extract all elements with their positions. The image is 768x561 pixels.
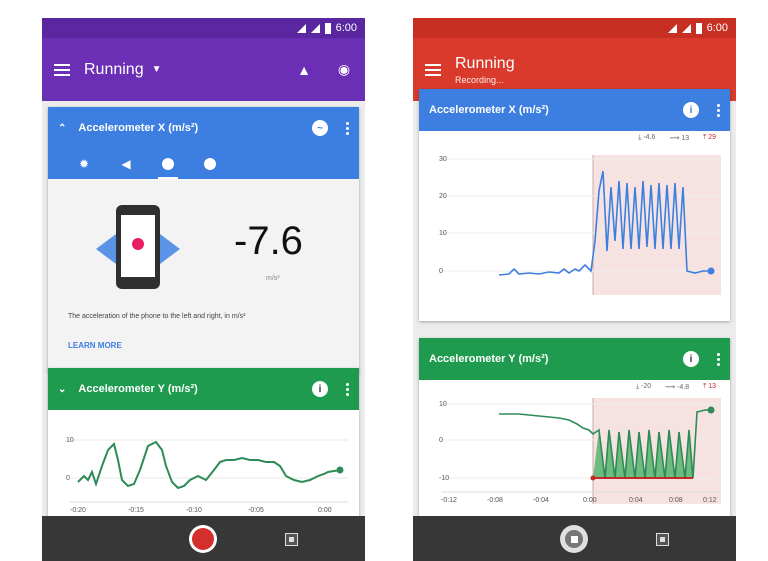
x-tick-label: -0:04 xyxy=(533,497,549,504)
x-tick-label: -0:20 xyxy=(70,507,86,514)
graph-toggle-icon[interactable]: ~ xyxy=(312,120,328,136)
sensor-trace xyxy=(77,440,341,490)
sensor-detail: -7.6 m/s² The acceleration of the phone … xyxy=(48,179,359,369)
status-bar: 6:00 xyxy=(413,18,736,38)
info-icon[interactable]: i xyxy=(312,381,328,397)
chevron-down-icon[interactable]: ▼ xyxy=(152,64,162,75)
x-tick-label: -0:12 xyxy=(441,497,457,504)
card-header: Accelerometer Y (m/s²) i xyxy=(419,338,730,380)
more-options-icon[interactable] xyxy=(717,103,720,117)
wifi-icon xyxy=(296,23,306,33)
card-title: Accelerometer Y (m/s²) xyxy=(429,353,549,365)
note-icon[interactable] xyxy=(656,533,669,546)
card-title: Accelerometer Y (m/s²) xyxy=(78,383,198,395)
card-header: ⌄ Accelerometer Y (m/s²) i xyxy=(48,368,359,410)
accelerometer-y-icon[interactable] xyxy=(202,156,218,172)
accelerometer-x-icon[interactable] xyxy=(158,156,178,179)
y-tick-label: 0 xyxy=(439,268,443,275)
stop-button[interactable] xyxy=(560,525,588,553)
x-tick-label: 0:04 xyxy=(629,497,643,504)
sensor-chart: 10 0 -0:20 -0:15 -0:10 -0:05 0:00 xyxy=(48,410,359,518)
arrow-right-icon xyxy=(160,234,180,264)
x-tick-label: -0:08 xyxy=(487,497,503,504)
status-time: 6:00 xyxy=(335,22,357,34)
y-tick-label: 20 xyxy=(439,193,447,200)
card-title: Accelerometer X (m/s²) xyxy=(78,122,199,134)
sensor-tabs: ✹ ◀ xyxy=(48,149,359,179)
x-tick-label: 0:00 xyxy=(583,497,597,504)
more-options-icon[interactable] xyxy=(717,352,720,366)
x-tick-label: 0:12 xyxy=(703,497,717,504)
battery-icon xyxy=(695,22,702,34)
record-button[interactable] xyxy=(189,525,217,553)
learn-more-link[interactable]: LEARN MORE xyxy=(68,341,122,350)
status-bar: 6:00 xyxy=(42,18,365,38)
y-tick-label: 10 xyxy=(66,437,74,444)
recording-status: Recording... xyxy=(455,74,504,85)
sensor-chart: ⤓ -20 ⟿ -4.8 ⤒ 13 10 0 -10 -0:12 -0:08 -… xyxy=(419,380,730,518)
signal-icon xyxy=(310,23,320,33)
sound-sensor-icon[interactable]: ◀ xyxy=(118,156,134,172)
note-icon[interactable] xyxy=(285,533,298,546)
info-icon[interactable]: i xyxy=(683,351,699,367)
bottom-bar xyxy=(42,516,365,561)
y-tick-label: 0 xyxy=(439,437,443,444)
recording-start-marker xyxy=(590,475,596,481)
info-icon[interactable]: i xyxy=(683,102,699,118)
sensor-card-x: Accelerometer X (m/s²) i ⤓ -4.6 ⟿ 13 ⤒ 2… xyxy=(419,89,730,321)
stop-icon xyxy=(565,530,583,548)
sensor-unit: m/s² xyxy=(266,275,280,282)
chevron-up-icon[interactable]: ⌃ xyxy=(58,123,66,134)
bottom-bar xyxy=(413,516,736,561)
light-sensor-icon[interactable]: ✹ xyxy=(76,156,92,172)
battery-icon xyxy=(324,22,331,34)
current-point-marker xyxy=(336,466,344,474)
x-tick-label: -0:10 xyxy=(186,507,202,514)
card-title: Accelerometer X (m/s²) xyxy=(429,104,549,116)
more-options-icon[interactable] xyxy=(346,121,349,135)
add-sensor-icon[interactable]: ◉ xyxy=(335,61,353,79)
wifi-icon xyxy=(667,23,677,33)
card-header: Accelerometer X (m/s²) i xyxy=(419,89,730,131)
sensor-chart: ⤓ -4.6 ⟿ 13 ⤒ 29 30 20 10 0 xyxy=(419,131,730,321)
more-options-icon[interactable] xyxy=(346,382,349,396)
arrow-left-icon xyxy=(96,234,116,264)
x-tick-label: -0:05 xyxy=(248,507,264,514)
current-point-marker xyxy=(707,267,715,275)
left-phone-screen: 6:00 Running ▼ ▲ ◉ ⌃ Accelerometer X (m/… xyxy=(42,18,365,561)
chevron-down-icon[interactable]: ⌄ xyxy=(58,384,66,395)
current-point-marker xyxy=(707,406,715,414)
flask-icon[interactable]: ▲ xyxy=(295,61,313,79)
sensor-value: -7.6 xyxy=(234,219,303,263)
sensor-card-y: Accelerometer Y (m/s²) i ⤓ -20 ⟿ -4.8 ⤒ … xyxy=(419,338,730,518)
record-icon xyxy=(192,528,214,550)
x-tick-label: -0:15 xyxy=(128,507,144,514)
y-tick-label: 10 xyxy=(439,401,447,408)
menu-icon[interactable] xyxy=(425,63,441,76)
app-bar: Running ▼ ▲ ◉ xyxy=(42,38,365,101)
menu-icon[interactable] xyxy=(54,63,70,76)
y-tick-label: 0 xyxy=(66,475,70,482)
x-tick-label: 0:08 xyxy=(669,497,683,504)
status-time: 6:00 xyxy=(706,22,728,34)
signal-icon xyxy=(681,23,691,33)
page-title: Running xyxy=(455,54,515,72)
y-tick-label: 10 xyxy=(439,230,447,237)
y-tick-label: 30 xyxy=(439,156,447,163)
phone-illustration xyxy=(116,205,160,289)
y-tick-label: -10 xyxy=(439,475,449,482)
page-title[interactable]: Running xyxy=(84,61,144,79)
right-phone-screen: 6:00 Running Recording... Accelerometer … xyxy=(413,18,736,561)
x-tick-label: 0:00 xyxy=(318,507,332,514)
sensor-card-y: ⌄ Accelerometer Y (m/s²) i 10 0 -0:20 -0… xyxy=(48,368,359,518)
card-header: ⌃ Accelerometer X (m/s²) ~ xyxy=(48,107,359,149)
sensor-card-x: ⌃ Accelerometer X (m/s²) ~ ✹ ◀ -7.6 m/s²… xyxy=(48,107,359,372)
sensor-description: The acceleration of the phone to the lef… xyxy=(68,313,246,320)
